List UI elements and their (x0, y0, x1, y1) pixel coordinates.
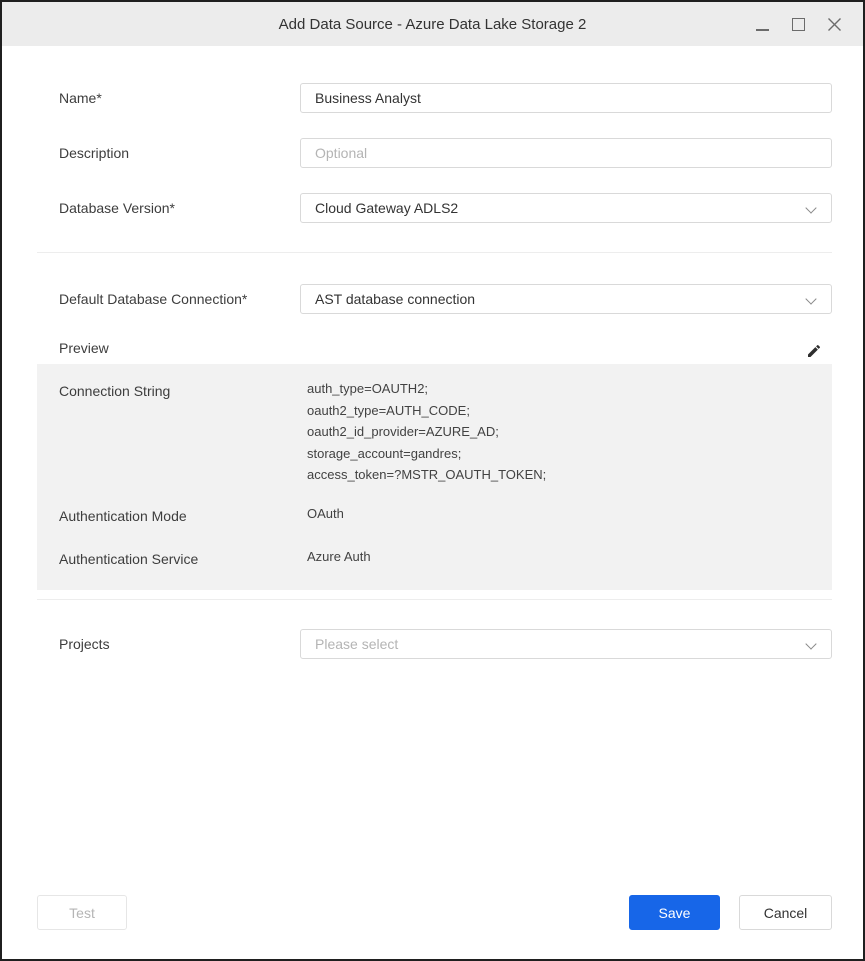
cancel-button[interactable]: Cancel (739, 895, 832, 930)
name-label: Name* (59, 83, 102, 113)
close-button[interactable] (821, 11, 847, 37)
projects-placeholder: Please select (315, 636, 398, 652)
minimize-button[interactable] (749, 11, 775, 37)
chevron-down-icon (805, 293, 816, 304)
name-input[interactable] (300, 83, 832, 113)
authentication-service-value: Azure Auth (307, 549, 371, 564)
preview-panel: Connection String auth_type=OAUTH2; oaut… (37, 364, 832, 590)
edit-preview-button[interactable] (804, 341, 824, 361)
section-divider (37, 252, 832, 253)
projects-select[interactable]: Please select (300, 629, 832, 659)
preview-label: Preview (59, 340, 109, 356)
test-button[interactable]: Test (37, 895, 127, 930)
maximize-button[interactable] (785, 11, 811, 37)
titlebar: Add Data Source - Azure Data Lake Storag… (2, 2, 863, 46)
window-controls (749, 2, 847, 46)
chevron-down-icon (805, 202, 816, 213)
minimize-icon (756, 29, 769, 31)
connection-string-line: oauth2_type=AUTH_CODE; (307, 400, 546, 422)
database-version-label: Database Version* (59, 193, 175, 223)
default-database-connection-label: Default Database Connection* (59, 284, 247, 314)
pencil-icon (806, 343, 822, 359)
default-database-connection-value: AST database connection (315, 291, 475, 307)
maximize-icon (792, 18, 805, 31)
database-version-value: Cloud Gateway ADLS2 (315, 200, 458, 216)
connection-string-line: oauth2_id_provider=AZURE_AD; (307, 421, 546, 443)
authentication-mode-label: Authentication Mode (59, 508, 187, 524)
connection-string-value: auth_type=OAUTH2; oauth2_type=AUTH_CODE;… (307, 378, 546, 486)
default-database-connection-select[interactable]: AST database connection (300, 284, 832, 314)
connection-string-line: storage_account=gandres; (307, 443, 546, 465)
authentication-mode-value: OAuth (307, 506, 344, 521)
connection-string-line: auth_type=OAUTH2; (307, 378, 546, 400)
description-label: Description (59, 138, 129, 168)
connection-string-label: Connection String (59, 383, 170, 399)
add-data-source-dialog: Add Data Source - Azure Data Lake Storag… (0, 0, 865, 961)
chevron-down-icon (805, 638, 816, 649)
description-input[interactable] (300, 138, 832, 168)
connection-string-line: access_token=?MSTR_OAUTH_TOKEN; (307, 464, 546, 486)
dialog-title: Add Data Source - Azure Data Lake Storag… (279, 16, 587, 33)
database-version-select[interactable]: Cloud Gateway ADLS2 (300, 193, 832, 223)
projects-label: Projects (59, 629, 110, 659)
close-icon (827, 17, 842, 32)
authentication-service-label: Authentication Service (59, 551, 198, 567)
section-divider (37, 599, 832, 600)
save-button[interactable]: Save (629, 895, 720, 930)
